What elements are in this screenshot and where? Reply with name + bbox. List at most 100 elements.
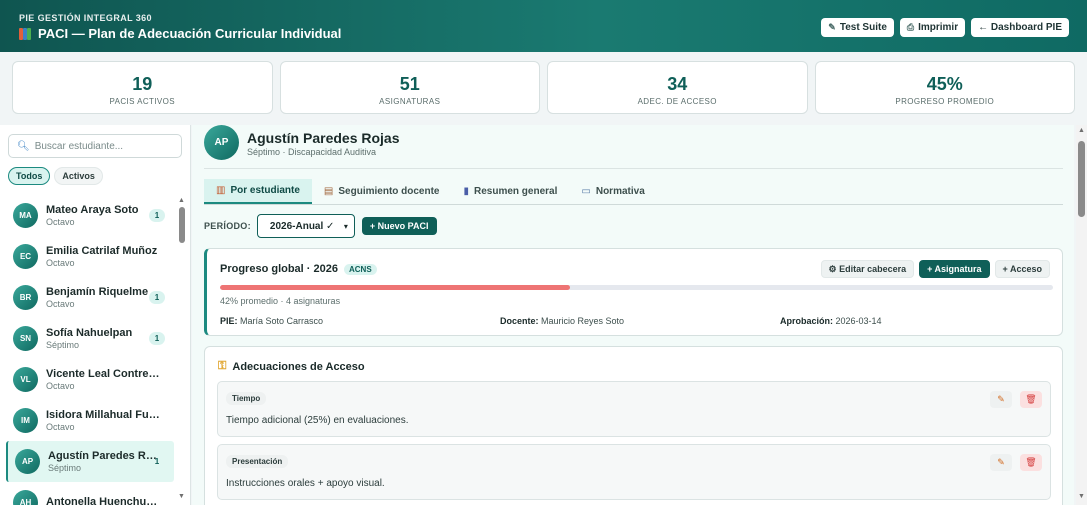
access-item: Tiempo Tiempo adicional (25%) en evaluac… (217, 381, 1051, 437)
stat-value: 19 (132, 74, 153, 94)
pie-field: PIE: María Soto Carrasco (220, 316, 323, 326)
tab-label: Por estudiante (230, 185, 300, 196)
scroll-down-icon[interactable]: ▼ (178, 493, 185, 500)
stat-value: 51 (399, 74, 420, 94)
main-scrollbar[interactable]: ▲ ▼ (1076, 125, 1087, 505)
print-button[interactable]: ⎙ Imprimir (899, 18, 966, 37)
student-sidebar: 🔍︎ Buscar estudiante... Todos Activos MA… (0, 125, 191, 505)
student-grade: Octavo (46, 258, 75, 268)
add-access-button[interactable]: + Acceso (994, 260, 1050, 278)
access-item-tag: Tiempo (226, 392, 267, 405)
header-actions: ✎ Test Suite ⎙ Imprimir ← Dashboard PIE (821, 18, 1069, 37)
approval-value: 2026-03-14 (835, 316, 882, 326)
student-grade: Séptimo (48, 463, 82, 473)
student-grade: Octavo (46, 381, 75, 391)
student-name: Agustín Paredes Rojas (48, 450, 163, 462)
progress-bar (220, 285, 1053, 290)
stat-value: 45% (926, 74, 963, 94)
access-item: Presentación Instrucciones orales + apoy… (217, 444, 1051, 500)
stat-value: 34 (667, 74, 688, 94)
access-title: ⚿ Adecuaciones de Acceso (218, 360, 365, 373)
printer-icon: ⎙ (906, 22, 915, 32)
paci-count-badge: 1 (149, 209, 165, 222)
progress-title-text: Progreso global · 2026 (220, 263, 338, 275)
student-grade: Séptimo (46, 340, 80, 350)
new-paci-button[interactable]: + Nuevo PACI (361, 217, 437, 235)
student-name: Vicente Leal Contreras (46, 368, 161, 380)
scroll-thumb[interactable] (1078, 141, 1085, 217)
filter-chips: Todos Activos (8, 167, 103, 185)
tab-label: Normativa (595, 186, 645, 197)
stat-label: PACIS ACTIVOS (109, 97, 175, 106)
avatar: IM (13, 408, 38, 433)
trash-icon[interactable]: 🗑︎ (1020, 391, 1042, 408)
student-item[interactable]: SN Sofía Nahuelpan Séptimo 1 (6, 318, 174, 359)
student-item[interactable]: VL Vicente Leal Contreras Octavo (6, 359, 174, 400)
period-selector: PERÍODO: 2026-Anual ✓ ▾ + Nuevo PACI (204, 214, 437, 238)
tab-seguimiento-docente[interactable]: ▤ Seguimiento docente (312, 179, 452, 204)
progress-card: Progreso global · 2026 ACNS ⚙ Editar cab… (204, 248, 1063, 336)
student-item[interactable]: BR Benjamín Riquelme Octavo 1 (6, 277, 174, 318)
student-grade: Octavo (46, 299, 75, 309)
stat-card-access: 34 ADEC. DE ACCESO (547, 61, 808, 114)
tab-normativa[interactable]: ▭ Normativa (569, 179, 656, 204)
access-adaptations-card: ⚿ Adecuaciones de Acceso Tiempo Tiempo a… (204, 346, 1063, 505)
student-item[interactable]: IM Isidora Millahual FuentesOctavo (6, 400, 174, 441)
search-icon: 🔍︎ (17, 140, 30, 152)
search-input[interactable]: 🔍︎ Buscar estudiante... (8, 134, 182, 158)
avatar: BR (13, 285, 38, 310)
paci-count-badge: 1 (149, 291, 165, 304)
divider (204, 168, 1063, 169)
test-suite-button[interactable]: ✎ Test Suite (821, 18, 894, 37)
filter-all[interactable]: Todos (8, 167, 51, 185)
period-select[interactable]: 2026-Anual ✓ ▾ (256, 214, 355, 238)
student-item[interactable]: AH Antonella Huenchumil (6, 482, 174, 505)
student-item[interactable]: EC Emilia Catrilaf Muñoz Octavo (6, 236, 174, 277)
test-suite-label: Test Suite (839, 22, 887, 33)
trash-icon[interactable]: 🗑︎ (1020, 454, 1042, 471)
tab-resumen-general[interactable]: ▮ Resumen general (452, 179, 570, 204)
edit-icon[interactable]: ✎ (990, 391, 1012, 408)
teacher-label: Docente: (500, 316, 539, 326)
access-item-text: Instrucciones orales + apoyo visual. (226, 478, 385, 489)
pie-value: María Soto Carrasco (240, 316, 324, 326)
pencil-icon: ✎ (828, 22, 836, 32)
clipboard-icon: ▤ (323, 186, 334, 197)
key-icon: ⚿ (218, 360, 227, 372)
edit-header-button[interactable]: ⚙ Editar cabecera (820, 260, 915, 278)
student-full-name: Agustín Paredes Rojas (247, 130, 400, 146)
page-title: PACI — Plan de Adecuación Curricular Ind… (19, 26, 341, 41)
stats-row: 19 PACIS ACTIVOS 51 ASIGNATURAS 34 ADEC.… (12, 61, 1075, 114)
student-name: Sofía Nahuelpan (46, 327, 133, 339)
stat-label: ADEC. DE ACCESO (637, 97, 717, 106)
item-actions: ✎ 🗑︎ (990, 454, 1042, 471)
dashboard-button[interactable]: ← Dashboard PIE (971, 18, 1069, 37)
scroll-up-icon[interactable]: ▲ (178, 197, 185, 204)
approval-field: Aprobación: 2026-03-14 (780, 316, 882, 326)
tab-underline (204, 204, 1063, 205)
edit-icon[interactable]: ✎ (990, 454, 1012, 471)
teacher-value: Mauricio Reyes Soto (541, 316, 625, 326)
tab-label: Seguimiento docente (338, 186, 440, 197)
tab-por-estudiante[interactable]: ▥ Por estudiante (204, 179, 312, 204)
student-item[interactable]: MA Mateo Araya Soto Octavo 1 (6, 195, 174, 236)
brand-label: PIE GESTIÓN INTEGRAL 360 (19, 13, 152, 23)
scroll-thumb[interactable] (179, 207, 185, 243)
status-badge: ACNS (343, 263, 377, 275)
student-subtitle: Séptimo · Discapacidad Auditiva (247, 147, 377, 157)
scroll-down-icon[interactable]: ▼ (1078, 493, 1085, 500)
stat-label: PROGRESO PROMEDIO (895, 97, 995, 106)
filter-active[interactable]: Activos (54, 167, 103, 185)
tab-label: Resumen general (474, 186, 558, 197)
add-subject-button[interactable]: + Asignatura (919, 260, 990, 278)
student-item-selected[interactable]: AP Agustín Paredes Rojas Séptimo 1 (6, 441, 174, 482)
student-name: Mateo Araya Soto (46, 204, 139, 216)
access-item-tag: Presentación (226, 455, 289, 468)
scroll-up-icon[interactable]: ▲ (1078, 127, 1085, 134)
avatar: AH (13, 490, 38, 505)
period-value: 2026-Anual ✓ (269, 220, 335, 232)
sidebar-scrollbar[interactable]: ▲ ▼ (177, 197, 186, 503)
stat-label: ASIGNATURAS (379, 97, 441, 106)
chart-icon: ▮ (463, 186, 470, 197)
avatar: EC (13, 244, 38, 269)
